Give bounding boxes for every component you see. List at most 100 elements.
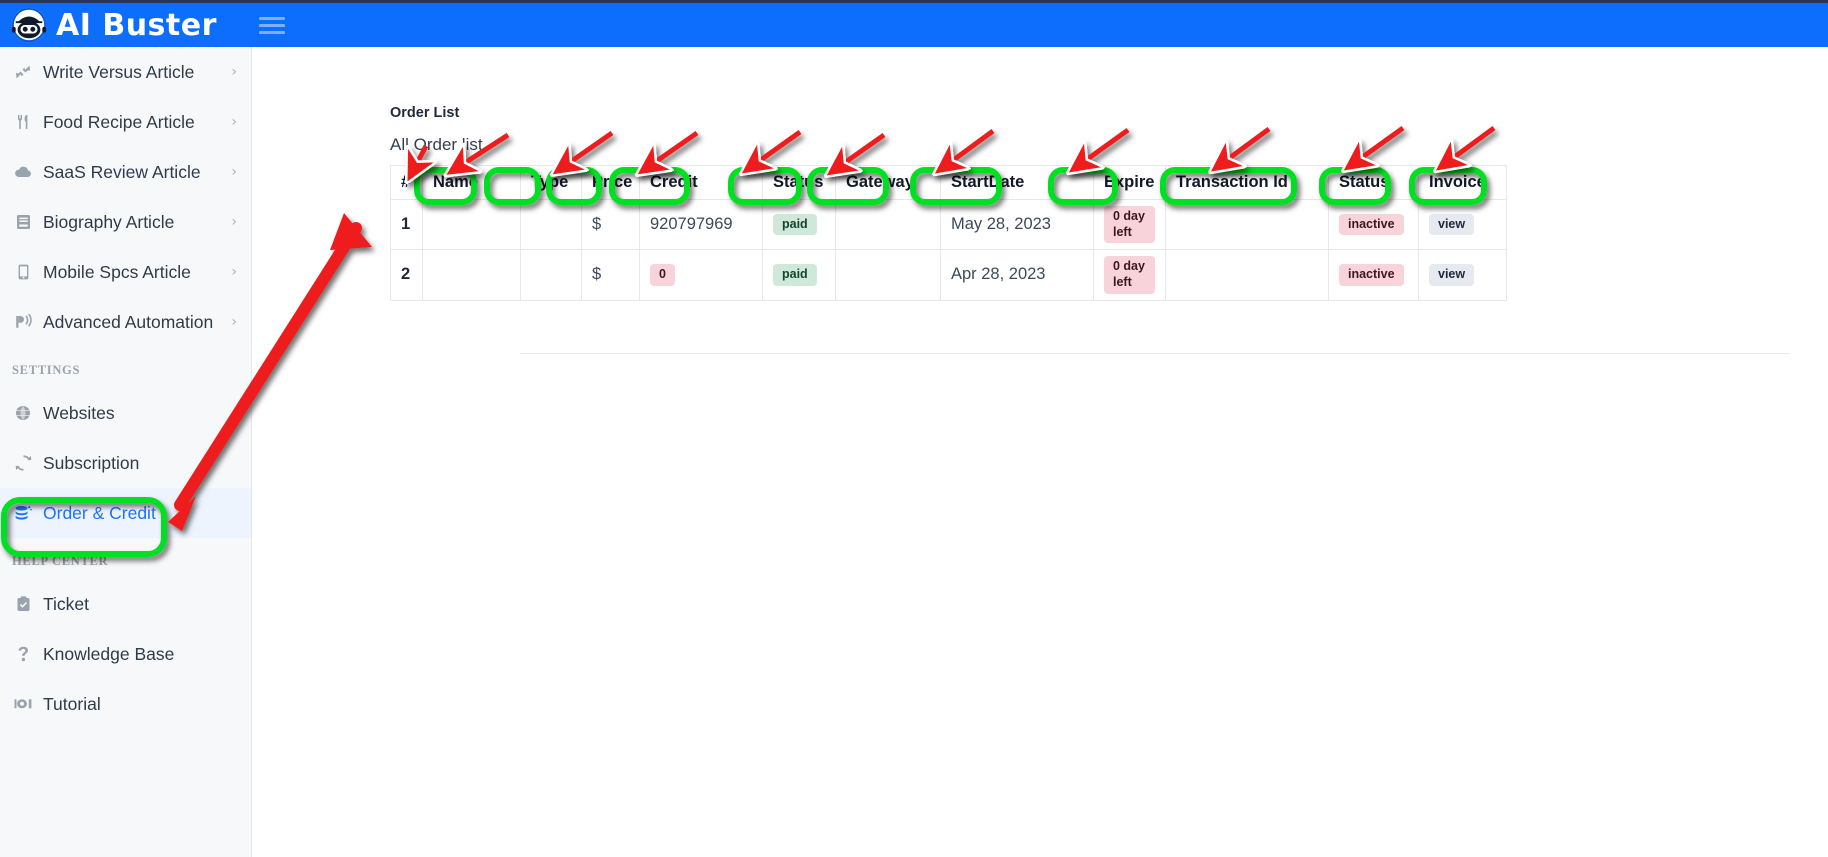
sidebar-item-food-recipe-article[interactable]: Food Recipe Article › bbox=[0, 97, 251, 147]
column-header-credit[interactable]: Credit bbox=[639, 165, 763, 200]
sidebar-item-advanced-automation[interactable]: Advanced Automation › bbox=[0, 297, 251, 347]
app-root: AI Buster Write Versus Article › Food Re… bbox=[0, 0, 1828, 857]
sidebar-item-ticket[interactable]: Ticket bbox=[0, 579, 251, 629]
sidebar-navigation: Write Versus Article › Food Recipe Artic… bbox=[0, 47, 252, 857]
cell-name bbox=[422, 198, 521, 251]
chevron-right-icon: › bbox=[231, 214, 237, 230]
main-content-area: Order List All Order list # Name Type Pr… bbox=[252, 47, 1828, 857]
invoice-view-button[interactable]: view bbox=[1429, 213, 1475, 236]
cell-type bbox=[520, 198, 582, 251]
question-mark-icon bbox=[12, 644, 34, 664]
column-header-index[interactable]: # bbox=[390, 165, 423, 200]
column-header-status-2[interactable]: Status bbox=[1328, 165, 1419, 200]
status-badge-2: inactive bbox=[1339, 213, 1404, 236]
status-badge: paid bbox=[773, 213, 817, 236]
robot-logo-icon bbox=[10, 6, 48, 44]
broadcast-icon bbox=[12, 312, 34, 332]
refresh-cycle-icon bbox=[12, 453, 34, 473]
hamburger-menu-icon[interactable] bbox=[258, 14, 285, 36]
table-row: 2 $ 0 paid Apr 28, 2023 0 day left inact… bbox=[390, 249, 1507, 301]
cell-gateway bbox=[835, 198, 941, 251]
cell-price: $ bbox=[581, 249, 640, 301]
sidebar-item-biography-article[interactable]: Biography Article › bbox=[0, 197, 251, 247]
cell-invoice: view bbox=[1418, 198, 1507, 251]
cloud-icon bbox=[12, 162, 34, 182]
sidebar-item-order-credit[interactable]: Order & Credit bbox=[0, 488, 251, 538]
table-row: 1 $ 920797969 paid May 28, 2023 0 day le… bbox=[390, 198, 1507, 251]
cell-credit: 0 bbox=[639, 249, 763, 301]
cell-expire: 0 day left bbox=[1093, 249, 1166, 301]
order-list-panel: Order List All Order list # Name Type Pr… bbox=[390, 105, 1790, 354]
sidebar-item-label: Order & Credit bbox=[43, 502, 156, 523]
cell-name bbox=[422, 249, 521, 301]
table-header-row: # Name Type Price Credit Status Gateway … bbox=[390, 165, 1507, 200]
column-header-gateway[interactable]: Gateway bbox=[835, 165, 941, 200]
sidebar-item-label: Mobile Spcs Article bbox=[43, 261, 191, 282]
column-header-expire[interactable]: Expire bbox=[1093, 165, 1166, 200]
cell-startdate: Apr 28, 2023 bbox=[940, 249, 1094, 301]
sidebar-item-tutorial[interactable]: Tutorial bbox=[0, 679, 251, 729]
column-header-type[interactable]: Type bbox=[520, 165, 582, 200]
credit-badge: 0 bbox=[650, 264, 675, 286]
section-divider bbox=[520, 353, 1790, 354]
fork-knife-icon bbox=[12, 112, 34, 132]
globe-icon bbox=[12, 403, 34, 423]
sidebar-item-label: Biography Article bbox=[43, 211, 175, 232]
cell-credit: 920797969 bbox=[639, 198, 763, 251]
sidebar-item-label: Subscription bbox=[43, 452, 140, 473]
column-header-transaction-id[interactable]: Transaction Id bbox=[1165, 165, 1329, 200]
sidebar-item-label: Food Recipe Article bbox=[43, 111, 195, 132]
top-header-bar: AI Buster bbox=[0, 0, 1828, 47]
order-table: # Name Type Price Credit Status Gateway … bbox=[390, 165, 1507, 301]
sidebar-item-label: Websites bbox=[43, 402, 115, 423]
cell-index: 1 bbox=[390, 198, 423, 251]
cell-startdate: May 28, 2023 bbox=[940, 198, 1094, 251]
cell-transaction-id bbox=[1165, 249, 1329, 301]
brand-logo-group[interactable]: AI Buster bbox=[0, 6, 217, 44]
sidebar-item-knowledge-base[interactable]: Knowledge Base bbox=[0, 629, 251, 679]
cell-invoice: view bbox=[1418, 249, 1507, 301]
column-header-invoice[interactable]: Invoice bbox=[1418, 165, 1507, 200]
column-header-status[interactable]: Status bbox=[762, 165, 836, 200]
sidebar-item-label: Write Versus Article bbox=[43, 61, 195, 82]
page-subtitle: All Order list bbox=[390, 135, 483, 154]
cell-index: 2 bbox=[390, 249, 423, 301]
sidebar-item-label: SaaS Review Article bbox=[43, 161, 201, 182]
mobile-phone-icon bbox=[12, 262, 34, 282]
sidebar-section-help-center: HELP CENTER bbox=[12, 554, 109, 568]
sidebar-item-label: Advanced Automation bbox=[43, 311, 214, 332]
sidebar-item-label: Ticket bbox=[43, 593, 90, 614]
coins-stack-icon bbox=[12, 503, 34, 523]
page-title: Order List bbox=[390, 105, 460, 121]
cell-status: paid bbox=[762, 249, 836, 301]
expire-badge: 0 day left bbox=[1104, 206, 1155, 244]
chevron-right-icon: › bbox=[231, 314, 237, 330]
column-header-name[interactable]: Name bbox=[422, 165, 521, 200]
sidebar-item-write-versus-article[interactable]: Write Versus Article › bbox=[0, 47, 251, 97]
column-header-startdate[interactable]: StartDate bbox=[940, 165, 1094, 200]
clipboard-check-icon bbox=[12, 594, 34, 614]
cell-transaction-id bbox=[1165, 198, 1329, 251]
status-badge: paid bbox=[773, 264, 817, 286]
chevron-right-icon: › bbox=[231, 164, 237, 180]
video-camera-icon bbox=[12, 694, 34, 714]
sidebar-item-label: Knowledge Base bbox=[43, 643, 175, 664]
column-header-price[interactable]: Price bbox=[581, 165, 640, 200]
sidebar-item-websites[interactable]: Websites bbox=[0, 388, 251, 438]
brand-title: AI Buster bbox=[56, 7, 217, 43]
cell-gateway bbox=[835, 249, 941, 301]
sidebar-section-settings: SETTINGS bbox=[12, 363, 81, 377]
invoice-view-button[interactable]: view bbox=[1429, 264, 1475, 286]
expire-badge: 0 day left bbox=[1104, 256, 1155, 294]
sidebar-item-label: Tutorial bbox=[43, 693, 101, 714]
status-badge-2: inactive bbox=[1339, 264, 1404, 286]
sidebar-item-mobile-spcs-article[interactable]: Mobile Spcs Article › bbox=[0, 247, 251, 297]
cell-status-2: inactive bbox=[1328, 198, 1419, 251]
cell-status-2: inactive bbox=[1328, 249, 1419, 301]
book-icon bbox=[12, 212, 34, 232]
sidebar-item-subscription[interactable]: Subscription bbox=[0, 438, 251, 488]
arrows-collapse-icon bbox=[12, 62, 34, 82]
sidebar-item-saas-review-article[interactable]: SaaS Review Article › bbox=[0, 147, 251, 197]
cell-type bbox=[520, 249, 582, 301]
chevron-right-icon: › bbox=[231, 64, 237, 80]
